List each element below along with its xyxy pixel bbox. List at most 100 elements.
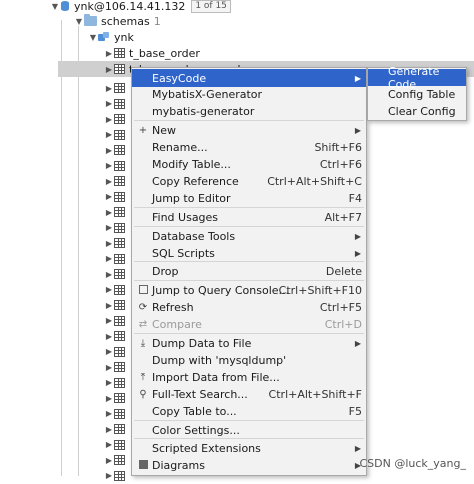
menu-item-jump-to-query-console[interactable]: Jump to Query Console... Ctrl+Shift+F10	[132, 282, 366, 300]
menu-item-color-settings[interactable]: Color Settings...	[132, 421, 366, 439]
menu-item-shortcut: Ctrl+F5	[319, 301, 362, 315]
collapse-arrow-icon[interactable]: ▶	[104, 394, 114, 403]
collapse-arrow-icon[interactable]: ▶	[104, 425, 114, 434]
table-row[interactable]: ▶	[104, 282, 129, 298]
table-row[interactable]: ▶	[104, 111, 129, 127]
menu-item-refresh[interactable]: ⟳ Refresh Ctrl+F5	[132, 299, 366, 317]
collapse-arrow-icon[interactable]: ▶	[104, 161, 114, 170]
menu-item-sql-scripts[interactable]: SQL Scripts ▶	[132, 244, 366, 262]
submenu-arrow-icon: ▶	[354, 248, 361, 258]
tree-row-schema[interactable]: ▼ ynk	[88, 29, 134, 45]
collapse-arrow-icon[interactable]: ▶	[104, 409, 114, 418]
collapse-arrow-icon[interactable]: ▶	[104, 270, 114, 279]
collapse-arrow-icon[interactable]: ▶	[104, 84, 114, 93]
table-icon	[114, 64, 125, 74]
collapse-arrow-icon[interactable]: ▶	[104, 115, 114, 124]
table-row[interactable]: ▶	[104, 390, 129, 406]
table-row[interactable]: ▶	[104, 313, 129, 329]
table-row[interactable]: ▶	[104, 251, 129, 267]
collapse-arrow-icon[interactable]: ▶	[104, 239, 114, 248]
menu-item-label: mybatis-generator	[152, 105, 255, 119]
search-icon: ⚲	[139, 388, 147, 400]
table-row[interactable]: ▶ t_base_order	[104, 45, 200, 61]
menu-item-find-usages[interactable]: Find Usages Alt+F7	[132, 208, 366, 226]
collapse-arrow-icon[interactable]: ▶	[104, 208, 114, 217]
collapse-arrow-icon[interactable]: ▶	[104, 49, 114, 58]
menu-item-dump-with-mysqldump[interactable]: Dump with 'mysqldump'	[132, 351, 366, 369]
table-row[interactable]: ▶	[104, 437, 129, 453]
menu-item-label: Modify Table...	[152, 158, 231, 171]
collapse-arrow-icon[interactable]: ▶	[104, 99, 114, 108]
collapse-arrow-icon[interactable]: ▶	[104, 177, 114, 186]
menu-item-easycode[interactable]: EasyCode ▶	[132, 69, 366, 87]
refresh-icon: ⟳	[138, 302, 148, 314]
menu-item-drop[interactable]: Drop Delete	[132, 263, 366, 281]
collapse-arrow-icon[interactable]: ▶	[104, 316, 114, 325]
menu-item-new[interactable]: + New ▶	[132, 122, 366, 140]
collapse-arrow-icon[interactable]: ▶	[104, 378, 114, 387]
table-row[interactable]: ▶	[104, 328, 129, 344]
collapse-arrow-icon[interactable]: ▶	[104, 146, 114, 155]
menu-item-compare[interactable]: ⇄ Compare Ctrl+D	[132, 316, 366, 334]
folder-icon	[84, 14, 97, 26]
table-row[interactable]: ▶	[104, 80, 129, 96]
table-row[interactable]: ▶	[104, 189, 129, 205]
schema-label: ynk	[114, 30, 134, 44]
table-icon	[114, 83, 125, 93]
menu-item-diagrams[interactable]: Diagrams ▶	[132, 457, 366, 475]
collapse-arrow-icon[interactable]: ▶	[104, 332, 114, 341]
table-row[interactable]: ▶	[104, 344, 129, 360]
tree-row-connection[interactable]: ▼ ynk@106.14.41.132 1 of 15	[50, 0, 231, 14]
menu-item-import-data-from-file[interactable]: ⤒ Import Data from File...	[132, 368, 366, 386]
table-row[interactable]: ▶	[104, 375, 129, 391]
table-row[interactable]: ▶	[104, 452, 129, 468]
table-row[interactable]: ▶	[104, 204, 129, 220]
collapse-arrow-icon[interactable]: ▶	[104, 254, 114, 263]
menu-item-dump-data-to-file[interactable]: ⤓ Dump Data to File ▶	[132, 335, 366, 353]
table-row[interactable]: ▶	[104, 406, 129, 422]
menu-item-copy-table-to[interactable]: Copy Table to... F5	[132, 402, 366, 420]
table-row[interactable]: ▶	[104, 359, 129, 375]
menu-item-modify-table[interactable]: Modify Table... Ctrl+F6	[132, 156, 366, 174]
table-row[interactable]: ▶	[104, 158, 129, 174]
table-row[interactable]: ▶	[104, 142, 129, 158]
submenu-item-generate-code[interactable]: Generate Code	[368, 65, 466, 91]
submenu-item-config-table[interactable]: Config Table	[368, 86, 466, 103]
menu-item-label: Jump to Query Console...	[152, 284, 290, 298]
menu-item-mybatis-generator[interactable]: mybatis-generator	[132, 103, 366, 121]
submenu-arrow-icon: ▶	[354, 339, 361, 348]
table-icon	[114, 377, 125, 388]
table-row[interactable]: ▶	[104, 220, 129, 236]
collapse-arrow-icon[interactable]: ▶	[104, 347, 114, 356]
collapse-arrow-icon[interactable]: ▶	[104, 192, 114, 201]
collapse-arrow-icon[interactable]: ▶	[104, 65, 114, 74]
table-row[interactable]: ▶	[104, 235, 129, 251]
collapse-arrow-icon[interactable]: ▶	[104, 130, 114, 139]
collapse-arrow-icon[interactable]: ▶	[104, 440, 114, 449]
compare-icon: ⇄	[138, 319, 148, 331]
expand-arrow-icon[interactable]: ▼	[50, 2, 60, 11]
table-row[interactable]: ▶	[104, 297, 129, 313]
collapse-arrow-icon[interactable]: ▶	[104, 223, 114, 232]
submenu-item-clear-config[interactable]: Clear Config	[368, 103, 466, 120]
table-row[interactable]: ▶	[104, 266, 129, 282]
expand-arrow-icon[interactable]: ▼	[74, 17, 84, 26]
table-row[interactable]: ▶	[104, 421, 129, 437]
menu-item-jump-to-editor[interactable]: Jump to Editor F4	[132, 189, 366, 207]
menu-item-copy-reference[interactable]: Copy Reference Ctrl+Alt+Shift+C	[132, 172, 366, 190]
collapse-arrow-icon[interactable]: ▶	[104, 285, 114, 294]
collapse-arrow-icon[interactable]: ▶	[104, 456, 114, 465]
table-icon	[114, 98, 125, 109]
menu-item-rename[interactable]: Rename... Shift+F6	[132, 139, 366, 157]
expand-arrow-icon[interactable]: ▼	[88, 33, 98, 42]
table-row[interactable]: ▶	[104, 96, 129, 112]
menu-item-mybatisx-generator[interactable]: MybatisX-Generator	[132, 86, 366, 104]
collapse-arrow-icon[interactable]: ▶	[104, 363, 114, 372]
collapse-arrow-icon[interactable]: ▶	[104, 301, 114, 310]
menu-item-full-text-search[interactable]: ⚲ Full-Text Search... Ctrl+Alt+Shift+F	[132, 385, 366, 403]
menu-item-scripted-extensions[interactable]: Scripted Extensions ▶	[132, 440, 366, 458]
menu-item-database-tools[interactable]: Database Tools ▶	[132, 227, 366, 245]
tree-row-schemas[interactable]: ▼ schemas 1	[74, 13, 161, 29]
table-row[interactable]: ▶	[104, 173, 129, 189]
table-row[interactable]: ▶	[104, 127, 129, 143]
